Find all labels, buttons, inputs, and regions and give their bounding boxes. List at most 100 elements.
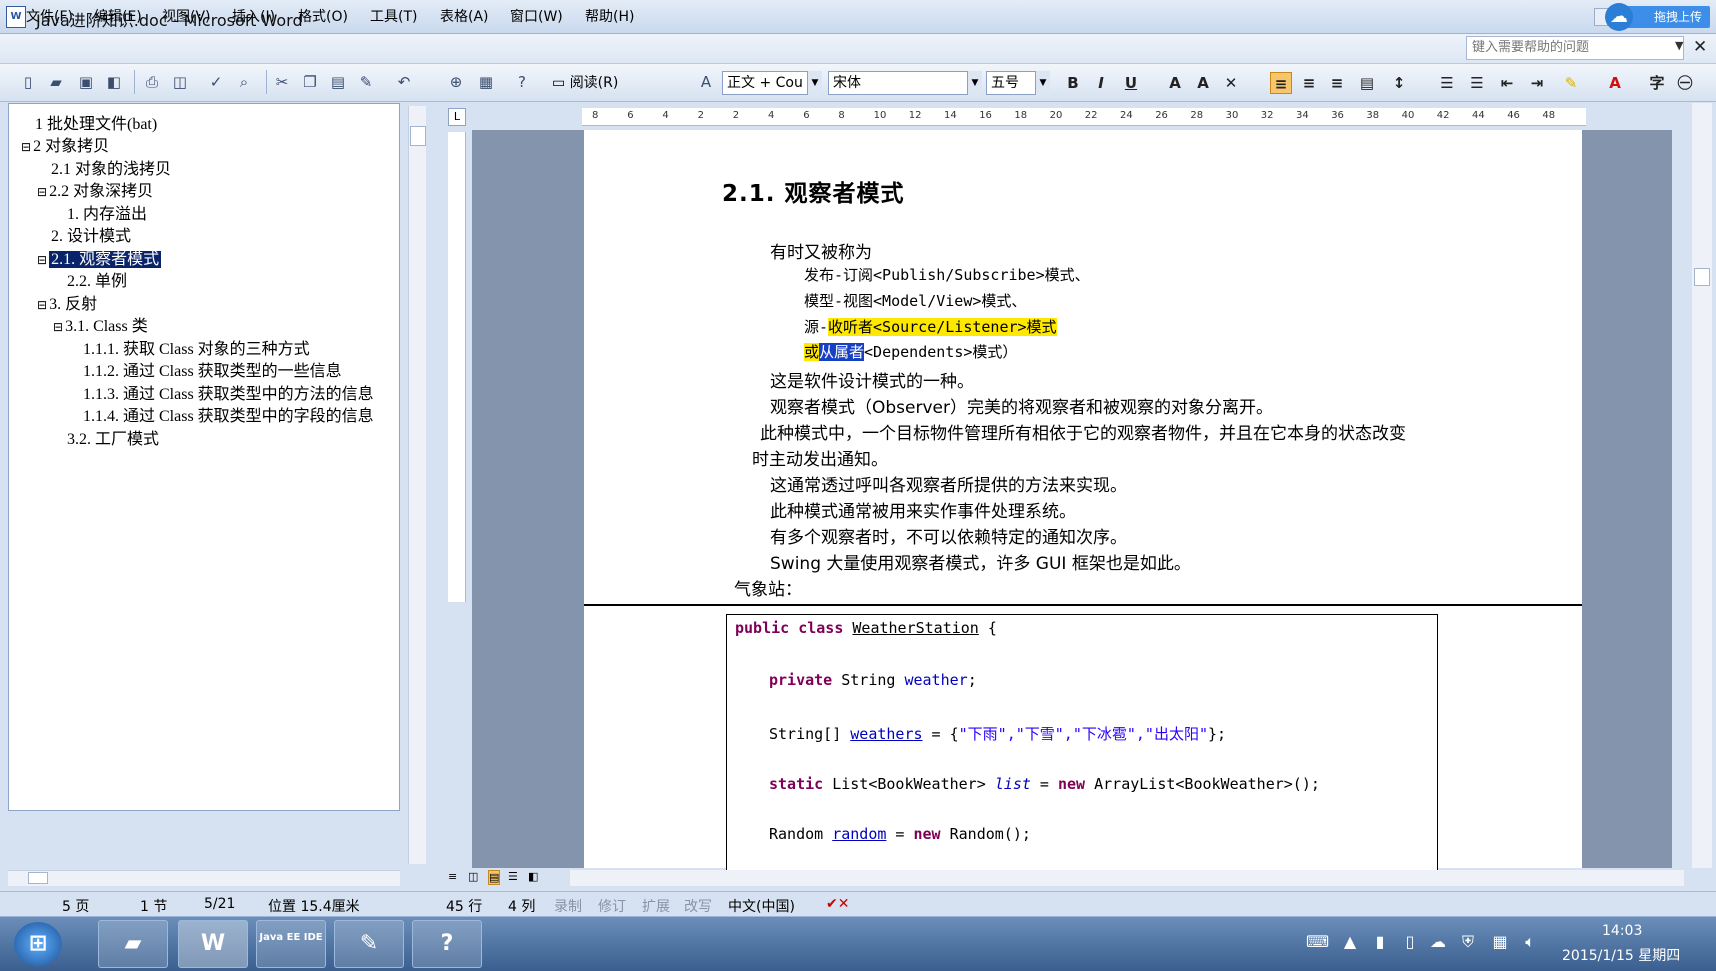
web-view-icon[interactable]: ◫: [468, 870, 478, 883]
italic-button[interactable]: I: [1090, 72, 1112, 94]
highlight-icon[interactable]: ✎: [1560, 72, 1582, 94]
doc-paragraph[interactable]: 观察者模式（Observer）完美的将观察者和被观察的对象分离开。: [770, 393, 1273, 418]
close-document-icon[interactable]: ✕: [1693, 37, 1707, 57]
paste-icon[interactable]: ▤: [328, 72, 348, 92]
align-center-button[interactable]: ≡: [1298, 72, 1320, 94]
doc-paragraph[interactable]: 有时又被称为: [770, 238, 872, 263]
keyboard-icon[interactable]: ⌨: [1306, 932, 1329, 952]
word-doc-icon[interactable]: W: [6, 6, 26, 28]
menu-view[interactable]: 视图(V): [162, 6, 211, 26]
menu-tools[interactable]: 工具(T): [370, 6, 417, 26]
section-heading[interactable]: 2.1. 观察者模式: [722, 174, 905, 208]
print-preview-icon[interactable]: ◫: [170, 72, 190, 92]
map-item-object-copy[interactable]: ⊟ 2 对象拷贝: [21, 132, 109, 156]
doc-paragraph[interactable]: 源-收听者<Source/Listener>模式: [804, 316, 1057, 337]
map-item-class-type-info[interactable]: 1.1.2. 通过 Class 获取类型的一些信息: [83, 357, 342, 381]
menu-window[interactable]: 窗口(W): [510, 6, 563, 26]
font-color-icon[interactable]: A: [1604, 72, 1626, 94]
chevron-down-icon[interactable]: ▼: [1675, 39, 1683, 52]
document-vscrollbar[interactable]: [1692, 103, 1712, 868]
decrease-indent-button[interactable]: ⇤: [1496, 72, 1518, 94]
menu-format[interactable]: 格式(O): [298, 6, 348, 26]
doc-paragraph[interactable]: 有多个观察者时，不可以依赖特定的通知次序。: [770, 523, 1127, 548]
network-icon[interactable]: ▦: [1490, 932, 1510, 952]
status-overtype[interactable]: 改写: [684, 896, 712, 916]
print-icon[interactable]: ⎙: [142, 72, 162, 92]
volume-icon[interactable]: 🔈︎: [1520, 932, 1540, 952]
help-taskbar-icon[interactable]: ?: [412, 920, 482, 968]
show-hidden-icons-icon[interactable]: ▲: [1340, 932, 1360, 952]
open-folder-icon[interactable]: ▰: [46, 72, 66, 92]
doc-paragraph[interactable]: 模型-视图<Model/View>模式、: [804, 290, 1026, 311]
menu-edit[interactable]: 编辑(E): [94, 6, 142, 26]
chevron-down-icon[interactable]: ▼: [807, 71, 822, 95]
print-view-icon[interactable]: ▤: [488, 870, 501, 885]
tray-weather-icon[interactable]: ☁: [1428, 932, 1448, 952]
bold-button[interactable]: B: [1062, 72, 1084, 94]
doc-paragraph[interactable]: 此种模式中，一个目标物件管理所有相依于它的观察者物件，并且在它本身的状态改变: [760, 419, 1406, 444]
docmap-hscroll-thumb[interactable]: [28, 872, 48, 884]
map-item-design-patterns[interactable]: 2. 设计模式: [51, 222, 131, 246]
code-table-cell[interactable]: public class WeatherStation { private St…: [726, 614, 1438, 874]
map-item-class-method-info[interactable]: 1.1.3. 通过 Class 获取类型中的方法的信息: [83, 380, 374, 404]
undo-icon[interactable]: ↶: [394, 72, 414, 92]
styles-pane-icon[interactable]: A: [696, 72, 716, 92]
map-item-class[interactable]: ⊟ 3.1. Class 类: [53, 312, 148, 336]
menu-table[interactable]: 表格(A): [440, 6, 489, 26]
vertical-ruler[interactable]: [448, 132, 466, 602]
normal-view-icon[interactable]: ≡: [448, 870, 457, 883]
document-hscrollbar[interactable]: [570, 870, 1684, 886]
explorer-taskbar-icon[interactable]: ▰: [98, 920, 168, 968]
spelling-status-icon[interactable]: ✔✕: [826, 896, 849, 912]
cut-icon[interactable]: ✂: [272, 72, 292, 92]
horizontal-ruler[interactable]: 8 6 4 2 2 4 6 8 10 12 14 16 18 20 22 24 26 28 30 32 34 36 38 40…: [582, 108, 1586, 126]
reading-view-icon[interactable]: ◧: [528, 870, 538, 883]
document-scroll-thumb[interactable]: [1694, 268, 1710, 286]
map-item-singleton[interactable]: 2.2. 单例: [67, 267, 127, 291]
map-item-factory[interactable]: 3.2. 工厂模式: [67, 425, 159, 449]
doc-paragraph[interactable]: Swing 大量使用观察者模式，许多 GUI 框架也是如此。: [770, 549, 1191, 574]
read-mode-button[interactable]: ▭ 阅读(R): [548, 71, 658, 95]
status-extend[interactable]: 扩展: [642, 896, 670, 916]
collapse-icon[interactable]: ⊟: [37, 185, 47, 199]
tab-stop-selector[interactable]: L: [448, 108, 466, 126]
char-shading-icon[interactable]: A: [1192, 72, 1214, 94]
status-language[interactable]: 中文(中国): [728, 896, 795, 916]
char-border-icon[interactable]: A: [1164, 72, 1186, 94]
tray-app-icon[interactable]: ▮: [1370, 932, 1390, 952]
collapse-icon[interactable]: ⊟: [37, 298, 47, 312]
permission-icon[interactable]: ◧: [104, 72, 124, 92]
tray-device-icon[interactable]: ▯: [1400, 932, 1420, 952]
docmap-hscrollbar[interactable]: [8, 870, 400, 886]
char-scale-icon[interactable]: ✕: [1220, 72, 1242, 94]
start-button[interactable]: ⊞: [14, 922, 62, 966]
collapse-icon[interactable]: ⊟: [21, 140, 31, 154]
map-item-class-field-info[interactable]: 1.1.4. 通过 Class 获取类型中的字段的信息: [83, 402, 374, 426]
menu-insert[interactable]: 插入(I): [232, 6, 275, 26]
doc-paragraph[interactable]: 这是软件设计模式的一种。: [770, 367, 974, 392]
clock-date[interactable]: 2015/1/15 星期四: [1562, 945, 1680, 965]
word-taskbar-button[interactable]: W: [178, 920, 248, 968]
copy-icon[interactable]: ❐: [300, 72, 320, 92]
map-item-bat[interactable]: 1 批处理文件(bat): [35, 110, 157, 134]
distributed-align-button[interactable]: ▤: [1356, 72, 1378, 94]
increase-indent-button[interactable]: ⇥: [1526, 72, 1548, 94]
line-spacing-button[interactable]: ↕: [1388, 72, 1410, 94]
doc-paragraph[interactable]: 气象站：: [734, 575, 802, 600]
docmap-vscrollbar[interactable]: [408, 106, 426, 864]
map-item-deep-copy[interactable]: ⊟ 2.2 对象深拷贝: [37, 177, 153, 201]
font-select[interactable]: 宋体: [828, 71, 982, 95]
chevron-down-icon[interactable]: ▼: [967, 71, 982, 95]
menu-file[interactable]: 文件(F): [26, 6, 73, 26]
doc-paragraph[interactable]: 发布-订阅<Publish/Subscribe>模式、: [804, 264, 1090, 285]
cloud-icon[interactable]: ☁: [1605, 3, 1633, 31]
status-record[interactable]: 录制: [554, 896, 582, 916]
help-search-input[interactable]: 键入需要帮助的问题: [1466, 36, 1684, 60]
enclose-char-icon[interactable]: ㊀: [1674, 72, 1696, 94]
bullets-button[interactable]: ☰: [1466, 72, 1488, 94]
table-icon[interactable]: ▦: [476, 72, 496, 92]
doc-paragraph[interactable]: 时主动发出通知。: [752, 445, 888, 470]
map-item-reflection[interactable]: ⊟ 3. 反射: [37, 290, 97, 314]
doc-paragraph[interactable]: 或从属者<Dependents>模式）: [804, 341, 1017, 362]
collapse-icon[interactable]: ⊟: [37, 253, 47, 267]
